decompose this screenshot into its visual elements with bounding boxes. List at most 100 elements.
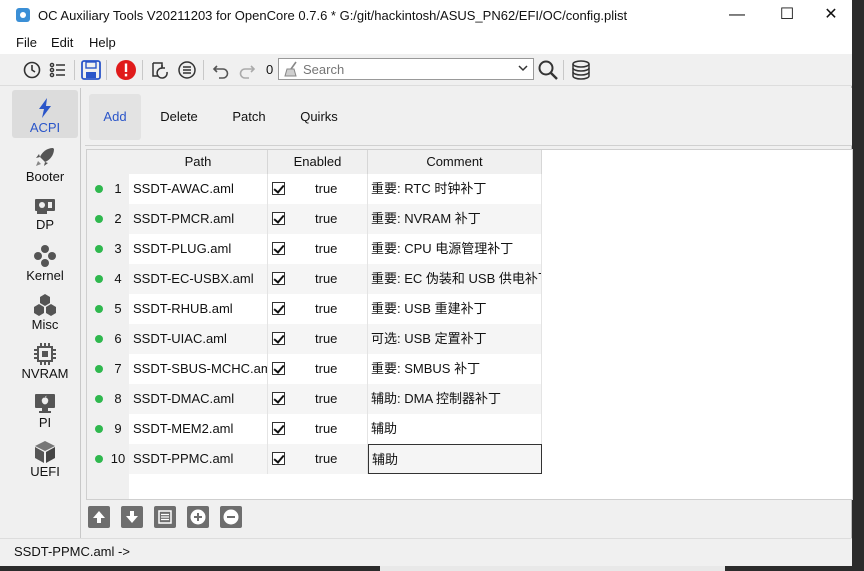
graphics-card-icon bbox=[33, 193, 57, 217]
enabled-checkbox[interactable] bbox=[272, 332, 285, 345]
add-icon[interactable] bbox=[187, 506, 209, 528]
menu-help[interactable]: Help bbox=[89, 35, 116, 50]
column-header-comment[interactable]: Comment bbox=[368, 150, 542, 174]
remove-icon[interactable] bbox=[220, 506, 242, 528]
cell-comment[interactable]: 可选: USB 定置补丁 bbox=[368, 324, 542, 354]
cell-enabled[interactable]: true bbox=[268, 354, 368, 384]
list-view-icon[interactable] bbox=[154, 506, 176, 528]
menu-list-icon[interactable] bbox=[175, 58, 199, 82]
cell-path[interactable]: SSDT-SBUS-MCHC.aml bbox=[129, 354, 268, 384]
enabled-value: true bbox=[315, 211, 338, 226]
dropdown-icon[interactable] bbox=[516, 61, 530, 78]
column-header-enabled[interactable]: Enabled bbox=[268, 150, 368, 174]
cell-enabled[interactable]: true bbox=[268, 234, 368, 264]
cell-comment[interactable]: 辅助: DMA 控制器补丁 bbox=[368, 384, 542, 414]
move-down-icon[interactable] bbox=[121, 506, 143, 528]
table-row[interactable]: 3 SSDT-PLUG.aml true 重要: CPU 电源管理补丁 bbox=[87, 234, 542, 264]
cell-path[interactable]: SSDT-AWAC.aml bbox=[129, 174, 268, 204]
cell-path[interactable]: SSDT-MEM2.aml bbox=[129, 414, 268, 444]
cubes-icon bbox=[33, 293, 57, 317]
save-icon[interactable] bbox=[79, 58, 103, 82]
list-icon[interactable] bbox=[46, 58, 70, 82]
enabled-checkbox[interactable] bbox=[272, 302, 285, 315]
tab-delete[interactable]: Delete bbox=[153, 94, 205, 140]
enabled-checkbox[interactable] bbox=[272, 392, 285, 405]
enabled-checkbox[interactable] bbox=[272, 452, 285, 465]
database-icon[interactable] bbox=[569, 58, 593, 82]
table-row[interactable]: 2 SSDT-PMCR.aml true 重要: NVRAM 补丁 bbox=[87, 204, 542, 234]
table-row[interactable]: 6 SSDT-UIAC.aml true 可选: USB 定置补丁 bbox=[87, 324, 542, 354]
cell-enabled[interactable]: true bbox=[268, 204, 368, 234]
cell-enabled[interactable]: true bbox=[268, 384, 368, 414]
row-number: 9 bbox=[114, 421, 122, 436]
sidebar-item-acpi[interactable]: ACPI bbox=[12, 90, 78, 138]
sidebar-item-kernel[interactable]: Kernel bbox=[12, 238, 78, 286]
cell-enabled[interactable]: true bbox=[268, 294, 368, 324]
broom-icon bbox=[283, 60, 301, 81]
cell-path[interactable]: SSDT-RHUB.aml bbox=[129, 294, 268, 324]
table-row[interactable]: 9 SSDT-MEM2.aml true 辅助 bbox=[87, 414, 542, 444]
cell-path[interactable]: SSDT-PLUG.aml bbox=[129, 234, 268, 264]
sidebar-item-dp[interactable]: DP bbox=[12, 187, 78, 235]
cell-comment[interactable]: 重要: RTC 时钟补丁 bbox=[368, 174, 542, 204]
minimize-button[interactable]: — bbox=[714, 0, 760, 30]
menu-file[interactable]: File bbox=[16, 35, 37, 50]
cell-path[interactable]: SSDT-EC-USBX.aml bbox=[129, 264, 268, 294]
sidebar-item-misc[interactable]: Misc bbox=[12, 287, 78, 335]
cell-path[interactable]: SSDT-PMCR.aml bbox=[129, 204, 268, 234]
enabled-checkbox[interactable] bbox=[272, 212, 285, 225]
search-icon[interactable] bbox=[536, 58, 560, 82]
row-number: 7 bbox=[114, 361, 122, 376]
search-combobox[interactable] bbox=[278, 58, 534, 80]
cell-comment[interactable]: 重要: USB 重建补丁 bbox=[368, 294, 542, 324]
sidebar: ACPI Booter DP Kernel Misc NVRAM PI UEFI bbox=[8, 88, 81, 538]
column-header-path[interactable]: Path bbox=[129, 150, 268, 174]
sidebar-item-nvram[interactable]: NVRAM bbox=[12, 336, 78, 384]
redo-icon[interactable] bbox=[235, 58, 259, 82]
sidebar-item-pi[interactable]: PI bbox=[12, 385, 78, 433]
table-row[interactable]: 4 SSDT-EC-USBX.aml true 重要: EC 伪装和 USB 供电补丁 bbox=[87, 264, 542, 294]
menu-edit[interactable]: Edit bbox=[51, 35, 73, 50]
table-row[interactable]: 7 SSDT-SBUS-MCHC.aml true 重要: SMBUS 补丁 bbox=[87, 354, 542, 384]
cell-enabled[interactable]: true bbox=[268, 264, 368, 294]
history-icon[interactable] bbox=[20, 58, 44, 82]
cell-comment[interactable]: 重要: NVRAM 补丁 bbox=[368, 204, 542, 234]
cell-comment[interactable]: 重要: EC 伪装和 USB 供电补丁 bbox=[368, 264, 542, 294]
table-row[interactable]: 10 SSDT-PPMC.aml true 辅助 bbox=[87, 444, 542, 474]
sidebar-item-uefi[interactable]: UEFI bbox=[12, 434, 78, 482]
tab-add[interactable]: Add bbox=[89, 94, 141, 140]
status-dot-icon bbox=[95, 185, 103, 193]
enabled-checkbox[interactable] bbox=[272, 422, 285, 435]
cell-path[interactable]: SSDT-DMAC.aml bbox=[129, 384, 268, 414]
cell-path[interactable]: SSDT-PPMC.aml bbox=[129, 444, 268, 474]
enabled-checkbox[interactable] bbox=[272, 272, 285, 285]
refresh-icon[interactable] bbox=[148, 58, 172, 82]
app-window: OC Auxiliary Tools V20211203 for OpenCor… bbox=[0, 0, 854, 566]
undo-icon[interactable] bbox=[209, 58, 233, 82]
maximize-button[interactable]: ☐ bbox=[764, 0, 810, 30]
cell-comment[interactable]: 重要: CPU 电源管理补丁 bbox=[368, 234, 542, 264]
cell-enabled[interactable]: true bbox=[268, 444, 368, 474]
table-row[interactable]: 1 SSDT-AWAC.aml true 重要: RTC 时钟补丁 bbox=[87, 174, 542, 204]
enabled-checkbox[interactable] bbox=[272, 242, 285, 255]
cell-comment[interactable]: 辅助 bbox=[368, 444, 542, 474]
row-header: 4 bbox=[87, 264, 129, 294]
enabled-checkbox[interactable] bbox=[272, 182, 285, 195]
search-input[interactable] bbox=[303, 60, 503, 78]
move-up-icon[interactable] bbox=[88, 506, 110, 528]
error-icon[interactable] bbox=[114, 58, 138, 82]
table-row[interactable]: 5 SSDT-RHUB.aml true 重要: USB 重建补丁 bbox=[87, 294, 542, 324]
sidebar-item-booter[interactable]: Booter bbox=[12, 139, 78, 187]
cell-path[interactable]: SSDT-UIAC.aml bbox=[129, 324, 268, 354]
close-button[interactable]: ✕ bbox=[808, 0, 854, 30]
cell-comment[interactable]: 重要: SMBUS 补丁 bbox=[368, 354, 542, 384]
table-row[interactable]: 8 SSDT-DMAC.aml true 辅助: DMA 控制器补丁 bbox=[87, 384, 542, 414]
tab-patch[interactable]: Patch bbox=[223, 94, 275, 140]
enabled-checkbox[interactable] bbox=[272, 362, 285, 375]
cell-enabled[interactable]: true bbox=[268, 324, 368, 354]
app-logo-icon bbox=[16, 8, 30, 22]
cell-enabled[interactable]: true bbox=[268, 174, 368, 204]
tab-quirks[interactable]: Quirks bbox=[293, 94, 345, 140]
cell-enabled[interactable]: true bbox=[268, 414, 368, 444]
cell-comment[interactable]: 辅助 bbox=[368, 414, 542, 444]
